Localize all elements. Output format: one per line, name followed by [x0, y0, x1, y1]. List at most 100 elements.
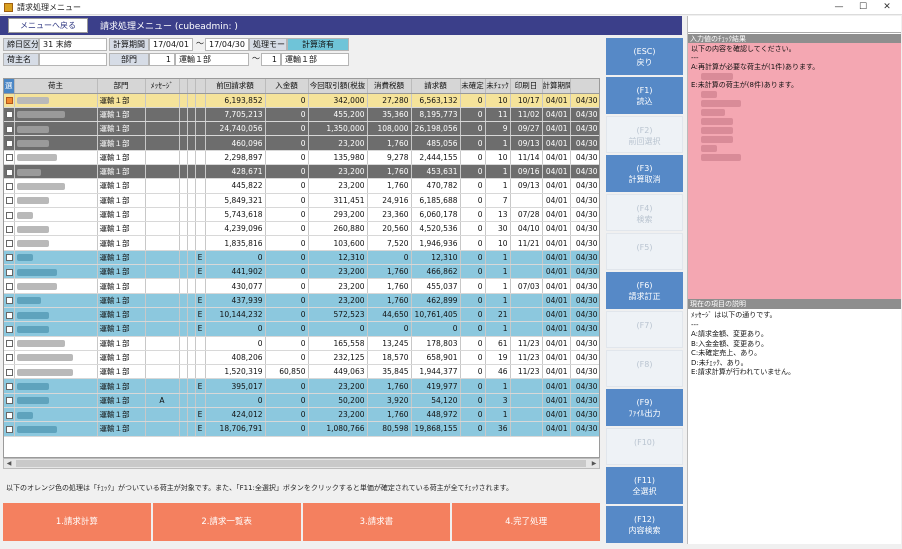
- cell-from[interactable]: 04/01: [542, 121, 571, 137]
- cell-m1[interactable]: [145, 93, 180, 108]
- cell-bill[interactable]: 12,310: [411, 250, 461, 266]
- message-cell[interactable]: [187, 164, 196, 180]
- row-select-cell[interactable]: [4, 178, 15, 194]
- cell-m1[interactable]: [145, 150, 180, 165]
- cell-bill[interactable]: 4,520,536: [411, 221, 461, 237]
- cell-unchk[interactable]: 21: [485, 307, 511, 323]
- cell-unconf[interactable]: 0: [460, 107, 486, 123]
- table-row[interactable]: ま大鉄運輸１部E437,939023,2001,760462,8990104/0…: [4, 293, 599, 308]
- cell-unchk[interactable]: 30: [485, 221, 511, 237]
- cell-paid[interactable]: 0: [265, 135, 309, 151]
- cell-to[interactable]: 04/30: [570, 178, 599, 194]
- cell-m4[interactable]: [195, 393, 206, 409]
- column-header[interactable]: 印刷日: [510, 79, 543, 94]
- cell-to[interactable]: 04/30: [570, 407, 599, 423]
- cell-m4[interactable]: [195, 336, 206, 351]
- period-from-input[interactable]: 17/04/01: [149, 38, 193, 51]
- cell-dept[interactable]: 運輸１部: [97, 150, 146, 165]
- table-row[interactable]: ベストル運輸運輸１部00165,55813,245178,80306111/23…: [4, 336, 599, 351]
- cell-unchk[interactable]: 1: [485, 407, 511, 423]
- column-header[interactable]: ﾒｯｾｰｼﾞ: [145, 79, 180, 94]
- cell-bill[interactable]: 6,060,178: [411, 207, 461, 223]
- cell-print[interactable]: 11/14: [510, 150, 543, 165]
- cell-paid[interactable]: 0: [265, 407, 309, 423]
- cell-m1[interactable]: [145, 107, 180, 123]
- row-checkbox[interactable]: [6, 354, 13, 362]
- row-select-cell[interactable]: [4, 364, 15, 380]
- cell-unconf[interactable]: 0: [460, 378, 486, 394]
- cell-bill[interactable]: 54,120: [411, 393, 461, 409]
- row-select-cell[interactable]: [4, 293, 15, 308]
- column-header[interactable]: 荷主: [14, 79, 98, 94]
- cell-print[interactable]: [510, 393, 543, 409]
- cell-from[interactable]: 04/01: [542, 307, 571, 323]
- cell-unchk[interactable]: 1: [485, 378, 511, 394]
- cell-m4[interactable]: E: [195, 378, 206, 394]
- cell-cur[interactable]: 23,200: [308, 278, 368, 294]
- cell-prev[interactable]: 0: [205, 393, 266, 409]
- cell-from[interactable]: 04/01: [542, 421, 571, 437]
- mode-select[interactable]: 計算済有: [287, 38, 349, 51]
- shipper-cell[interactable]: 山田商: [14, 164, 98, 180]
- message-cell[interactable]: [187, 207, 196, 223]
- cell-tax[interactable]: 1,760: [367, 378, 412, 394]
- column-header[interactable]: 選: [4, 79, 15, 94]
- cell-m1[interactable]: [145, 321, 180, 337]
- cell-cur[interactable]: 23,200: [308, 378, 368, 394]
- cell-bill[interactable]: 470,782: [411, 178, 461, 194]
- cell-dept[interactable]: 運輸１部: [97, 393, 146, 409]
- cell-dept[interactable]: 運輸１部: [97, 235, 146, 251]
- invoice-button[interactable]: 3.請求書: [302, 503, 451, 541]
- cell-unconf[interactable]: 0: [460, 221, 486, 237]
- cell-from[interactable]: 04/01: [542, 178, 571, 194]
- billing-grid[interactable]: 選荷主 部門 ﾒｯｾｰｼﾞ 前回請求額 入金額 今回取引額(税抜 消費税額 請求額 未確定 未ﾁｪ…: [3, 78, 600, 458]
- cell-prev[interactable]: 437,939: [205, 293, 266, 308]
- horizontal-scrollbar[interactable]: ◀ ▶: [3, 458, 600, 469]
- cell-unconf[interactable]: 0: [460, 264, 486, 280]
- row-select-cell[interactable]: [4, 307, 15, 323]
- cell-paid[interactable]: 0: [265, 193, 309, 208]
- row-select-cell[interactable]: [4, 150, 15, 165]
- cell-dept[interactable]: 運輸１部: [97, 307, 146, 323]
- shipper-cell[interactable]: ま大鉄: [14, 293, 98, 308]
- cell-unconf[interactable]: 0: [460, 321, 486, 337]
- shipper-cell[interactable]: 木津運輸: [14, 193, 98, 208]
- cell-tax[interactable]: 1,760: [367, 178, 412, 194]
- cell-cur[interactable]: 50,200: [308, 393, 368, 409]
- cell-unchk[interactable]: 13: [485, 207, 511, 223]
- cell-dept[interactable]: 運輸１部: [97, 321, 146, 337]
- cell-bill[interactable]: 6,563,132: [411, 93, 461, 108]
- table-row[interactable]: はじや食事運輸１部430,077023,2001,760455,0370107/…: [4, 278, 599, 294]
- cell-unchk[interactable]: 36: [485, 421, 511, 437]
- cell-cur[interactable]: 232,125: [308, 350, 368, 366]
- cell-unconf[interactable]: 0: [460, 421, 486, 437]
- message-cell[interactable]: [187, 336, 196, 351]
- cell-bill[interactable]: 455,037: [411, 278, 461, 294]
- message-cell[interactable]: [187, 393, 196, 409]
- cell-cur[interactable]: 342,000: [308, 93, 368, 108]
- cell-dept[interactable]: 運輸１部: [97, 421, 146, 437]
- cell-dept[interactable]: 運輸１部: [97, 264, 146, 280]
- row-select-cell[interactable]: [4, 421, 15, 437]
- table-row[interactable]: 平成倉庫運輸１部E000000104/0104/30: [4, 321, 599, 337]
- cell-m4[interactable]: [195, 221, 206, 237]
- row-checkbox[interactable]: [6, 268, 13, 276]
- table-row[interactable]: 鐘下重食品運輸１部E18,706,79101,080,76680,59819,8…: [4, 421, 599, 437]
- row-checkbox[interactable]: [6, 240, 13, 248]
- fkey-f6-button[interactable]: (F6) 請求訂正: [606, 272, 683, 309]
- cell-prev[interactable]: 1,835,816: [205, 235, 266, 251]
- period-to-input[interactable]: 17/04/30: [205, 38, 249, 51]
- cell-unchk[interactable]: 10: [485, 235, 511, 251]
- table-row[interactable]: 山田商運輸１部428,671023,2001,760453,6310109/16…: [4, 164, 599, 180]
- row-select-cell[interactable]: [4, 164, 15, 180]
- table-row[interactable]: 鐘山運輸１部E0012,310012,3100104/0104/30: [4, 250, 599, 266]
- message-cell[interactable]: [179, 407, 188, 423]
- cell-to[interactable]: 04/30: [570, 264, 599, 280]
- fkey-f1-button[interactable]: (F1) 読込: [606, 77, 683, 114]
- cell-m4[interactable]: E: [195, 250, 206, 266]
- fkey-f11-button[interactable]: (F11) 全選択: [606, 467, 683, 504]
- cell-to[interactable]: 04/30: [570, 150, 599, 165]
- cell-unconf[interactable]: 0: [460, 235, 486, 251]
- fkey-f9-button[interactable]: (F9) ﾌｧｲﾙ出力: [606, 389, 683, 426]
- cell-tax[interactable]: 24,916: [367, 193, 412, 208]
